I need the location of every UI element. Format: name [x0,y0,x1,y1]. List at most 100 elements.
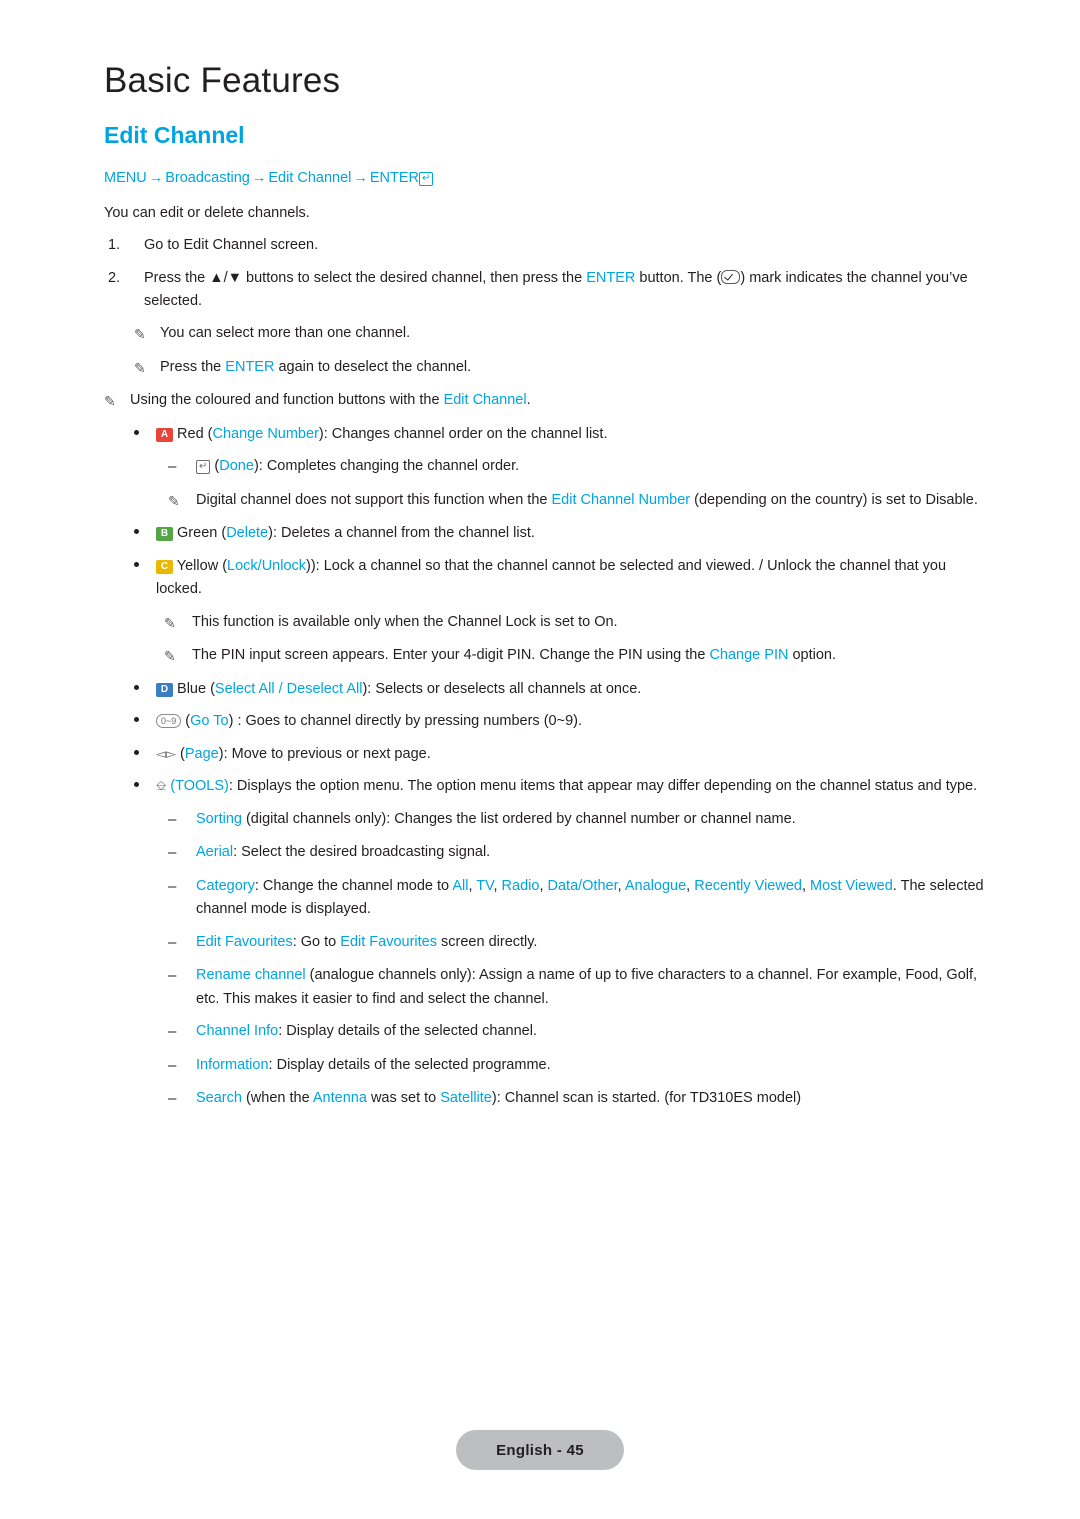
category-link: Category [196,877,255,894]
dash-icon: – [168,455,196,479]
check-mark-icon [721,269,741,284]
tools-item-category-text: Category: Change the channel mode to All… [196,877,984,918]
dash-glyph-icon: – [168,458,177,476]
key-b-icon: B [156,527,173,542]
note-pin-text: The PIN input screen appears. Enter your… [192,644,984,667]
enter-key-icon: ↵ [419,171,434,186]
menu-path-arrow-2: → [251,169,267,186]
note-icon: ✎ [168,489,196,513]
bullet-dot [134,775,156,798]
note-channel-lock: ✎ This function is available only when t… [164,611,984,635]
tools-item-search: – Search (when the Antenna was set to Sa… [168,1087,984,1111]
bullet-dot-icon [134,749,139,755]
dash-glyph-icon: – [168,1056,177,1074]
rename-channel-post: (analogue channels only): Assign a name … [196,967,978,1007]
note-pin-pre: The PIN input screen appears. Enter your… [192,647,710,664]
page-post: ): Move to previous or next page. [218,745,431,762]
dash-icon: – [168,964,196,988]
page: Basic Features Edit Channel MENU → Broadca… [0,0,1080,1519]
bullet-dot-icon [134,561,139,567]
bullet-blue-sep: / [274,680,287,697]
note-using-post: . [526,392,531,409]
step-2-text: Press the ▲/▼ buttons to select the desi… [144,267,984,314]
note-digital-post: (depending on the country) is set to Dis… [690,491,978,508]
bullet-green-post: ): Deletes a channel from the channel li… [268,525,535,542]
note-pin: ✎ The PIN input screen appears. Enter yo… [164,644,984,668]
bullet-go-to: 0~9 (Go To) : Goes to channel directly b… [134,710,984,733]
tools-item-channel-info: – Channel Info: Display details of the s… [168,1020,984,1044]
note-icon: ✎ [134,322,160,346]
tools-item-information: – Information: Display details of the se… [168,1054,984,1078]
dash-icon: – [168,931,196,955]
tools-item-aerial-text: Aerial: Select the desired broadcasting … [196,841,984,864]
bullet-green-text: B Green (Delete): Deletes a channel from… [156,522,984,545]
dash-icon: – [168,841,196,865]
note-coloured-buttons: ✎ Using the coloured and function button… [104,389,984,413]
dash-glyph-icon: – [168,1090,177,1108]
bullet-yellow-text: C Yellow (Lock/Unlock)): Lock a channel … [156,555,984,602]
satellite-link: Satellite [440,1090,492,1107]
bullet-red-post: ): Changes channel order on the channel … [318,425,608,442]
menu-path-menu: MENU [104,169,147,186]
bullet-dot [134,423,156,446]
pencil-icon: ✎ [164,648,176,665]
dash-icon: – [168,875,196,899]
sub-done-post: ): Completes changing the channel order. [253,458,520,475]
tools-item-category: – Category: Change the channel mode to A… [168,875,984,922]
bullet-page: ◅▻ (Page): Move to previous or next page… [134,743,984,766]
tools-item-sorting: – Sorting (digital channels only): Chang… [168,808,984,832]
antenna-link: Antenna [312,1090,367,1107]
edit-favourites-post: : Go to [292,933,341,950]
menu-path-broadcasting: Broadcasting [165,169,250,186]
number-keys-icon: 0~9 [156,714,182,729]
information-link: Information [196,1056,269,1073]
bullet-yellow-lock: C Yellow (Lock/Unlock)): Lock a channel … [134,555,984,602]
category-option-radio: Radio [501,877,540,894]
information-post: : Display details of the selected progra… [268,1056,551,1073]
step-2-pre: Press the ▲/▼ buttons to select the desi… [144,269,587,286]
note-coloured-buttons-text: Using the coloured and function buttons … [130,389,984,412]
menu-path: MENU → Broadcasting → Edit Channel → ENTER ↵ [104,168,984,190]
tools-item-edit-favourites: – Edit Favourites: Go to Edit Favourites… [168,931,984,955]
tools-item-aerial: – Aerial: Select the desired broadcastin… [168,841,984,865]
edit-favourites-link2: Edit Favourites [340,933,437,950]
tools-icon: ⎒ [156,778,167,794]
edit-favourites-tail: screen directly. [437,933,538,950]
bullet-dot [134,522,156,545]
tools-item-rename-channel: – Rename channel (analogue channels only… [168,964,984,1011]
note-digital-channel-text: Digital channel does not support this fu… [196,489,984,512]
bullet-blue-link: Select All [214,680,275,697]
category-post: : Change the channel mode to [254,877,453,894]
note-deselect: ✎ Press the ENTER again to deselect the … [134,356,984,380]
bullet-red-pre: Red ( [177,425,213,442]
step-2-enter-label: ENTER [586,269,636,286]
step-2-mid: button. The ( [635,269,722,286]
step-1: 1. Go to Edit Channel screen. [104,234,984,257]
tools-item-information-text: Information: Display details of the sele… [196,1054,984,1077]
bullet-blue-text: D Blue (Select All / Deselect All): Sele… [156,678,984,701]
page-footer: English - 45 [456,1430,624,1470]
menu-path-edit-channel: Edit Channel [268,169,352,186]
search-tail: ): Channel scan is started. (for TD310ES… [491,1090,802,1107]
note-multi-select-text: You can select more than one channel. [160,325,411,342]
note-icon: ✎ [104,389,130,413]
sub-done-text: ↵ (Done): Completes changing the channel… [196,455,984,478]
bullet-dot-icon [134,429,139,435]
bullet-green-pre: Green ( [177,525,227,542]
tools-label: (TOOLS) [170,778,229,795]
search-pre2: (when the [241,1090,313,1107]
note-multi-select: ✎ You can select more than one channel. [134,322,984,346]
sub-done: – ↵ (Done): Completes changing the chann… [168,455,984,479]
edit-favourites-link: Edit Favourites [196,933,293,950]
enter-key-icon: ↵ [196,460,211,475]
page-link: Page [184,745,219,762]
bullet-blue-select-all: D Blue (Select All / Deselect All): Sele… [134,678,984,701]
menu-path-enter: ENTER [369,169,420,186]
bullet-green-delete: B Green (Delete): Deletes a channel from… [134,522,984,545]
channel-info-post: : Display details of the selected channe… [278,1023,537,1040]
sub-done-link: Done [219,458,254,475]
dash-glyph-icon: – [168,810,177,828]
sorting-link: Sorting [196,810,242,827]
note-digital-link: Edit Channel Number [551,491,691,508]
tools-post: : Displays the option menu. The option m… [228,778,978,795]
